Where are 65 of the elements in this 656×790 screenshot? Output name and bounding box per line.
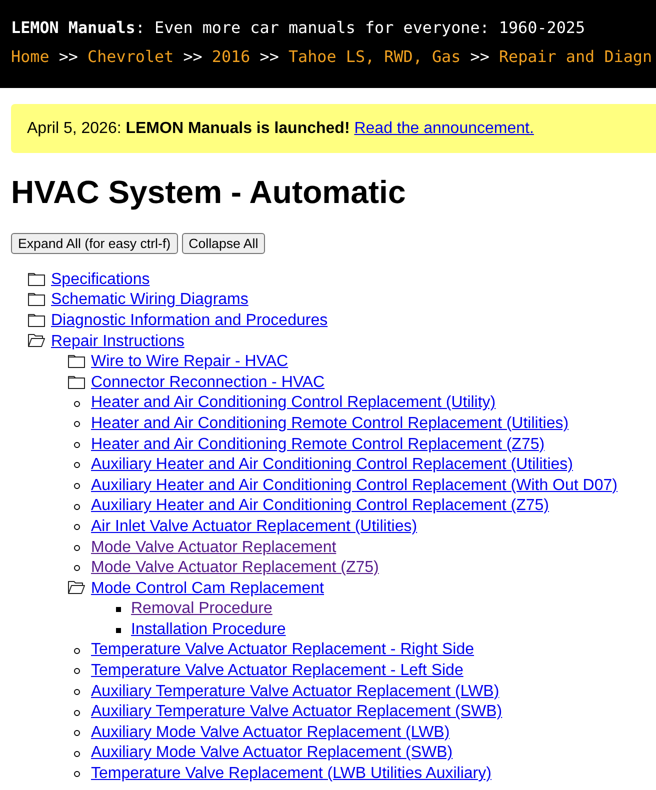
folder-link[interactable]: Schematic Wiring Diagrams [51, 290, 248, 311]
page-link[interactable]: Air Inlet Valve Actuator Replacement (Utilities) [91, 516, 418, 538]
site-title: LEMON Manuals: Even more car manuals for everyone: 1960-2025 [11, 18, 586, 37]
announcement-text: April 5, 2026: LEMON Manuals is launched! Read the announcement. [27, 120, 534, 137]
breadcrumb-link[interactable]: Chevrolet [88, 47, 174, 66]
breadcrumb-link[interactable]: 2016 [212, 47, 250, 66]
circle-bullet-icon [74, 462, 80, 468]
breadcrumb-separator: >> [58, 47, 78, 66]
circle-bullet-icon [74, 771, 80, 778]
page-link[interactable]: Installation Procedure [131, 620, 286, 640]
circle-bullet-icon [74, 483, 80, 490]
square-bullet-icon [116, 607, 121, 612]
circle-bullet-icon [74, 565, 80, 572]
circle-bullet-icon [74, 400, 80, 407]
circle-bullet-icon [74, 710, 80, 716]
circle-bullet-icon [74, 750, 80, 757]
circle-bullet-icon [74, 668, 80, 674]
page-link[interactable]: Heater and Air Conditioning Remote Control Replacement (Utilities) [91, 414, 569, 435]
circle-bullet-icon [74, 442, 80, 448]
collapse-all-button[interactable]: Collapse All [182, 232, 266, 254]
open-folder-icon[interactable] [28, 333, 45, 348]
circle-bullet-icon [74, 688, 80, 695]
breadcrumb-separator: >> [183, 47, 202, 66]
circle-bullet-icon [74, 730, 80, 736]
page-link[interactable]: Removal Procedure [131, 599, 272, 620]
page-link[interactable]: Heater and Air Conditioning Remote Control Replacement (Z75) [91, 434, 545, 456]
page-link[interactable]: Temperature Valve Actuator Replacement - Left Side [91, 661, 464, 682]
folder-link[interactable]: Wire to Wire Repair - HVAC [91, 352, 288, 373]
page-link[interactable]: Auxiliary Temperature Valve Actuator Replacement (LWB) [91, 682, 500, 702]
page-link[interactable]: Auxiliary Temperature Valve Actuator Replacement (SWB) [91, 702, 502, 723]
folder-link[interactable]: Diagnostic Information and Procedures [51, 310, 328, 332]
page-link[interactable]: Temperature Valve Replacement (LWB Utilities Auxiliary) [91, 764, 492, 785]
page-link[interactable]: Mode Valve Actuator Replacement (Z75) [91, 558, 379, 579]
announcement-link[interactable]: Read the announcement. [354, 120, 534, 137]
breadcrumb-separator: >> [260, 47, 279, 66]
breadcrumb-link[interactable]: Home [11, 47, 50, 66]
folder-link[interactable]: Specifications [51, 270, 150, 290]
circle-bullet-icon [74, 544, 80, 551]
folder-icon[interactable] [68, 374, 85, 389]
breadcrumb-link[interactable]: Tahoe LS, RWD, Gas [288, 47, 461, 66]
page-title: HVAC System - Automatic [11, 174, 407, 212]
circle-bullet-icon [74, 504, 80, 510]
folder-icon[interactable] [28, 312, 45, 327]
square-bullet-icon [116, 628, 121, 633]
page-link[interactable]: Auxiliary Heater and Air Conditioning Control Replacement (Z75) [91, 496, 549, 517]
folder-icon[interactable] [28, 272, 45, 286]
folder-icon[interactable] [68, 354, 85, 368]
open-folder-icon[interactable] [68, 580, 85, 594]
circle-bullet-icon [74, 421, 80, 428]
page-link[interactable]: Auxiliary Mode Valve Actuator Replacement (LWB) [91, 722, 450, 744]
page-link[interactable]: Auxiliary Heater and Air Conditioning Control Replacement (Utilities) [91, 455, 573, 476]
folder-link[interactable]: Repair Instructions [51, 332, 184, 352]
page-link[interactable]: Auxiliary Heater and Air Conditioning Control Replacement (With Out D07) [91, 476, 618, 496]
page-link[interactable]: Heater and Air Conditioning Control Replacement (Utility) [91, 393, 496, 414]
breadcrumb-separator: >> [470, 47, 490, 66]
page-link[interactable]: Mode Valve Actuator Replacement [91, 538, 336, 558]
folder-icon[interactable] [28, 292, 45, 306]
page-link[interactable]: Auxiliary Mode Valve Actuator Replacement (SWB) [91, 743, 453, 764]
folder-link[interactable]: Mode Control Cam Replacement [91, 578, 324, 600]
folder-link[interactable]: Connector Reconnection - HVAC [91, 372, 325, 394]
circle-bullet-icon [74, 524, 80, 530]
breadcrumb-link[interactable]: Repair and Diagn [498, 47, 652, 66]
page-link[interactable]: Temperature Valve Actuator Replacement - Right Side [91, 640, 474, 662]
circle-bullet-icon [74, 648, 80, 654]
expand-all-button[interactable]: Expand All (for easy ctrl-f) [11, 232, 178, 254]
